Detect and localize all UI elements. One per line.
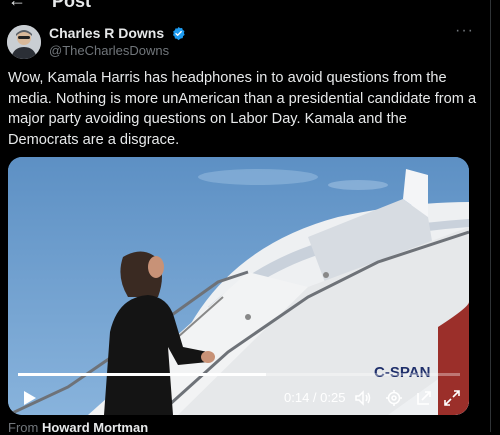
post-text: Wow, Kamala Harris has headphones in to …	[8, 70, 477, 148]
video-time: 0:14 / 0:25	[284, 390, 346, 405]
avatar[interactable]	[7, 25, 41, 59]
more-options-icon[interactable]: ···	[455, 22, 474, 40]
volume-icon[interactable]	[354, 389, 372, 407]
fullscreen-icon[interactable]	[443, 389, 461, 407]
author-name[interactable]: Charles R Downs	[49, 25, 186, 41]
video-progress-bar[interactable]	[18, 373, 460, 376]
author-handle[interactable]: @TheCharlesDowns	[49, 43, 169, 58]
settings-icon[interactable]	[385, 389, 403, 407]
attribution-source-link[interactable]: Howard Mortman	[42, 420, 148, 435]
video-player[interactable]: C-SPAN 0:14 / 0:25	[8, 157, 469, 415]
popout-icon[interactable]	[415, 389, 433, 407]
play-icon[interactable]	[20, 389, 38, 407]
video-attribution: From Howard Mortman	[8, 420, 149, 435]
video-progress-fill	[18, 373, 266, 376]
post-header: ← Post	[0, 0, 500, 11]
page-title: Post	[52, 0, 92, 11]
column-divider	[490, 0, 491, 432]
verified-badge-icon	[173, 26, 185, 41]
back-arrow-icon[interactable]: ←	[8, 0, 26, 11]
